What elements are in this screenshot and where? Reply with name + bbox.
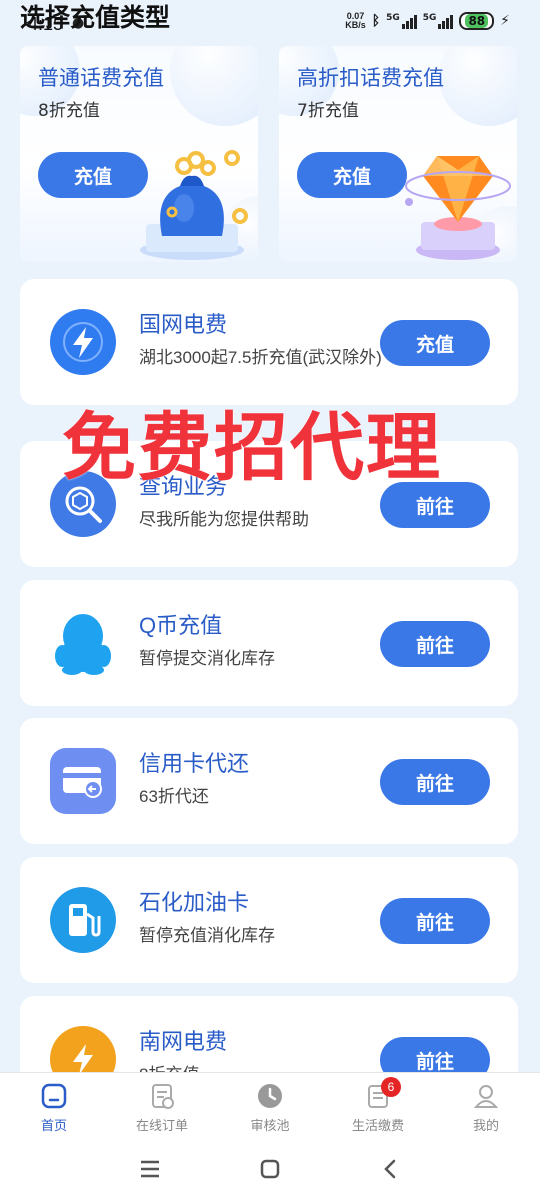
go-button[interactable]: 前往: [380, 759, 490, 805]
service-subtitle: 尽我所能为您提供帮助: [139, 510, 309, 529]
credit-card-icon: [50, 748, 116, 814]
go-button[interactable]: 前往: [380, 898, 490, 944]
network-speed-unit: KB/s: [345, 20, 366, 30]
battery-icon: 88: [459, 12, 495, 30]
promo-card-normal-recharge[interactable]: 普通话费充值 8折充值 充值: [20, 46, 258, 262]
promo-subtitle: 7折充值: [297, 101, 359, 121]
page-title: 选择充值类型: [20, 4, 171, 32]
signal-label-2: 5G: [422, 13, 437, 23]
money-bag-icon: [140, 150, 248, 260]
diamond-icon: [405, 156, 511, 260]
tab-online-orders[interactable]: 在线订单: [108, 1073, 216, 1138]
tab-review-pool[interactable]: 审核池: [216, 1073, 324, 1138]
tab-mine[interactable]: 我的: [432, 1073, 540, 1138]
promo-card-high-discount-recharge[interactable]: 高折扣话费充值 7折充值 充值: [279, 46, 517, 262]
service-title: 南网电费: [139, 1029, 228, 1054]
fuel-pump-icon: [50, 887, 116, 953]
service-title: Q币充值: [139, 613, 223, 638]
system-navigation-bar: [0, 1138, 540, 1200]
qq-penguin-icon: [50, 610, 116, 676]
decor-bubble: [170, 46, 258, 126]
charging-icon: ⚡: [500, 13, 510, 29]
back-icon[interactable]: [370, 1149, 410, 1189]
tab-life-payment[interactable]: 6 生活缴费: [324, 1073, 432, 1138]
decor-bubble: [439, 46, 517, 126]
tab-label: 在线订单: [135, 1118, 188, 1133]
battery-level: 88: [465, 14, 489, 28]
recharge-button[interactable]: 充值: [297, 152, 407, 198]
promo-title: 普通话费充值: [38, 67, 164, 90]
service-subtitle: 暂停提交消化库存: [139, 649, 275, 668]
signal-strength-icon-1: 5G: [386, 13, 417, 29]
service-subtitle: 湖北3000起7.5折充值(武汉除外): [139, 348, 382, 367]
bottom-tab-bar: 首页 在线订单 审核池 6 生活缴费 我的: [0, 1072, 540, 1138]
network-speed: 0.07 KB/s: [345, 12, 366, 30]
profile-icon: [471, 1081, 501, 1111]
service-card-fuel-card[interactable]: 石化加油卡 暂停充值消化库存 前往: [20, 857, 518, 983]
notification-badge: 6: [381, 1077, 401, 1097]
tab-label: 我的: [472, 1118, 499, 1133]
home-square-icon[interactable]: [250, 1149, 290, 1189]
bluetooth-icon: ᛒ: [371, 13, 381, 29]
go-button[interactable]: 前往: [380, 621, 490, 667]
signal-label-1: 5G: [386, 13, 400, 23]
service-title: 信用卡代还: [139, 751, 250, 776]
service-card-state-grid-electricity[interactable]: 国网电费 湖北3000起7.5折充值(武汉除外) 充值: [20, 279, 518, 405]
promo-subtitle: 8折充值: [38, 101, 100, 121]
home-icon: [39, 1081, 69, 1111]
clock-icon: [255, 1081, 285, 1111]
service-title: 石化加油卡: [139, 890, 250, 915]
service-subtitle: 暂停充值消化库存: [139, 926, 275, 945]
status-indicators: 0.07 KB/s ᛒ 5G 5G 88 ⚡: [345, 12, 510, 30]
promo-title: 高折扣话费充值: [297, 67, 444, 90]
menu-icon[interactable]: [130, 1149, 170, 1189]
lightning-icon: [50, 309, 116, 375]
tab-label: 生活缴费: [351, 1118, 404, 1133]
service-card-q-coin[interactable]: Q币充值 暂停提交消化库存 前往: [20, 580, 518, 706]
tab-home[interactable]: 首页: [0, 1073, 108, 1138]
order-icon: [147, 1081, 177, 1111]
tab-label: 首页: [40, 1118, 67, 1133]
agent-recruitment-banner: 免费招代理: [62, 405, 442, 491]
service-title: 国网电费: [139, 312, 228, 337]
recharge-button[interactable]: 充值: [380, 320, 490, 366]
service-card-credit-card-repay[interactable]: 信用卡代还 63折代还 前往: [20, 718, 518, 844]
signal-strength-icon-2: 5G: [423, 13, 454, 29]
tab-label: 审核池: [250, 1118, 290, 1133]
service-subtitle: 63折代还: [139, 787, 209, 806]
